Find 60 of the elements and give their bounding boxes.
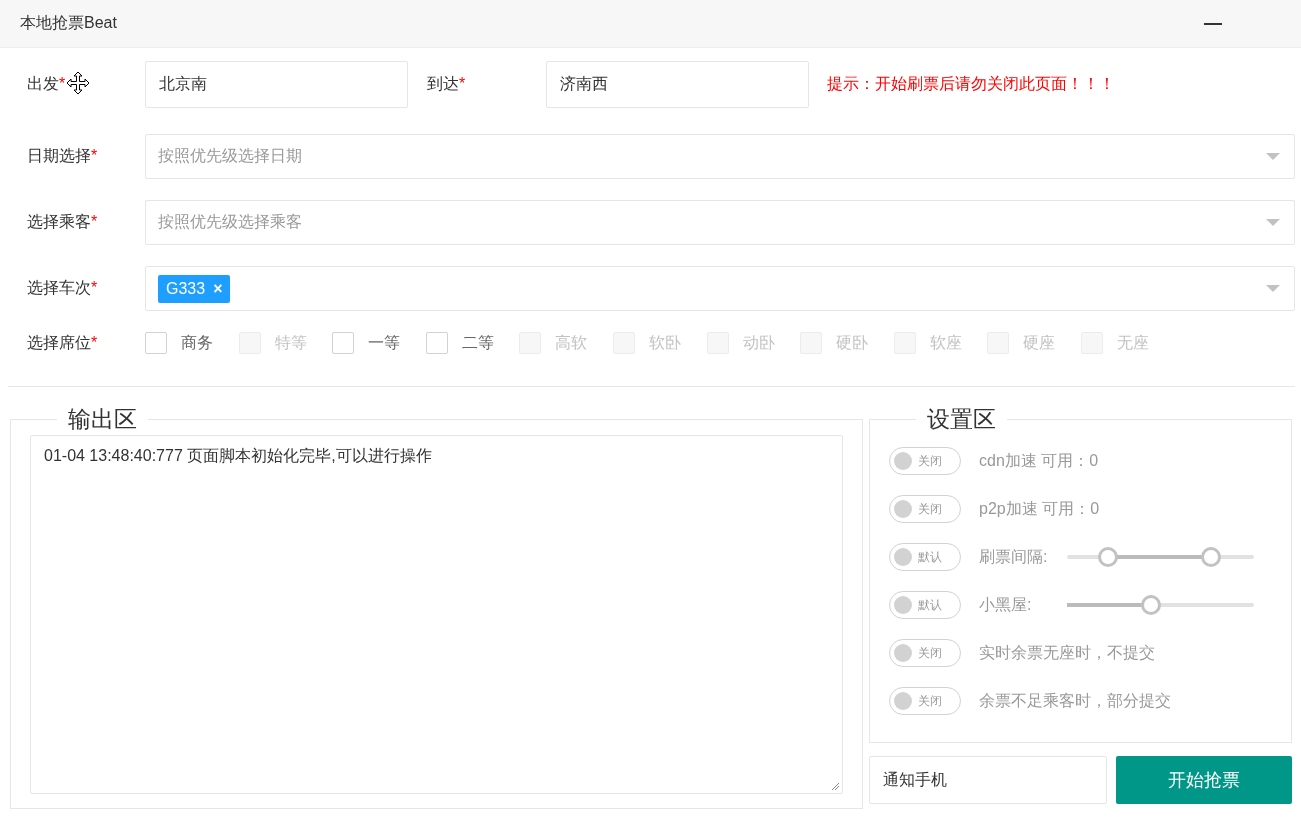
panel-title: 输出区 [67, 405, 138, 433]
toggle-switch[interactable]: 默认 [889, 543, 961, 571]
setting-label: cdn加速 可用：0 [979, 450, 1099, 471]
seat-label: 高软 [555, 332, 588, 353]
setting-label: p2p加速 可用：0 [979, 498, 1100, 519]
dropdown-caret-icon[interactable] [1266, 285, 1280, 292]
field-label: 出发* [27, 75, 66, 92]
panel-title: 设置区 [926, 405, 997, 433]
range-slider[interactable] [1067, 547, 1254, 567]
dropdown-caret-icon[interactable] [1266, 153, 1280, 160]
seat-label: 软座 [929, 332, 962, 353]
resize-grip-icon[interactable] [831, 782, 840, 791]
setting-label: 余票不足乘客时，部分提交 [979, 690, 1171, 711]
departure-field[interactable]: 北京南 [145, 61, 408, 108]
placeholder-text: 按照优先级选择乘客 [158, 212, 303, 232]
log-line: 01-04 13:48:40:777 页面脚本初始化完毕,可以进行操作 [44, 447, 432, 464]
field-label: 选择席位* [27, 333, 98, 351]
seat-checkbox[interactable] [425, 332, 448, 354]
seat-label: 二等 [461, 332, 494, 353]
select-field[interactable]: 按照优先级选择日期 [145, 134, 1295, 179]
slider-thumb[interactable] [1098, 547, 1119, 567]
log-textarea[interactable]: 01-04 13:48:40:777 页面脚本初始化完毕,可以进行操作 [30, 435, 843, 794]
seat-label: 软卧 [648, 332, 681, 353]
toggle-switch[interactable]: 关闭 [889, 447, 961, 475]
seat-checkbox[interactable] [332, 332, 355, 354]
seat-label: 动卧 [742, 332, 775, 353]
field-label: 日期选择* [27, 147, 98, 164]
select-field[interactable]: 按照优先级选择乘客 [145, 200, 1295, 245]
slider[interactable] [1067, 595, 1254, 615]
toggle-switch[interactable]: 关闭 [889, 495, 961, 523]
slider-thumb[interactable] [1141, 595, 1162, 615]
placeholder-text: 通知手机 [883, 769, 947, 790]
placeholder-text: 按照优先级选择日期 [158, 146, 303, 166]
setting-label: 刷票间隔: [979, 546, 1049, 567]
move-cursor-icon [66, 71, 90, 95]
arrival-field[interactable]: 济南西 [546, 61, 809, 108]
field-label: 选择车次* [27, 279, 98, 296]
seat-label: 硬卧 [836, 332, 869, 353]
phone-field[interactable]: 通知手机 [869, 756, 1107, 804]
select-field[interactable]: G333 × [145, 266, 1295, 311]
remove-tag-button[interactable]: × [213, 279, 223, 298]
setting-label: 小黑屋: [979, 594, 1033, 615]
seat-checkbox[interactable] [145, 332, 167, 354]
seat-label: 无座 [1116, 332, 1149, 353]
window-title: 本地抢票Beat [20, 13, 117, 33]
warning-text: 提示：开始刷票后请勿关闭此页面！！！ [827, 74, 1115, 94]
seat-label: 一等 [368, 332, 401, 353]
train-tag: G333 × [158, 274, 231, 303]
toggle-switch[interactable]: 默认 [889, 591, 961, 619]
field-label: 选择乘客* [27, 213, 98, 230]
slider-thumb[interactable] [1201, 547, 1221, 567]
seat-label: 特等 [274, 332, 307, 353]
seat-label: 商务 [181, 332, 213, 353]
toggle-switch[interactable]: 关闭 [889, 687, 961, 715]
start-button[interactable]: 开始抢票 [1116, 756, 1292, 804]
dropdown-caret-icon[interactable] [1266, 219, 1280, 226]
toggle-switch[interactable]: 关闭 [889, 639, 961, 667]
seat-label: 硬座 [1023, 332, 1056, 353]
setting-label: 实时余票无座时，不提交 [979, 642, 1155, 663]
field-label: 到达* [427, 75, 466, 92]
